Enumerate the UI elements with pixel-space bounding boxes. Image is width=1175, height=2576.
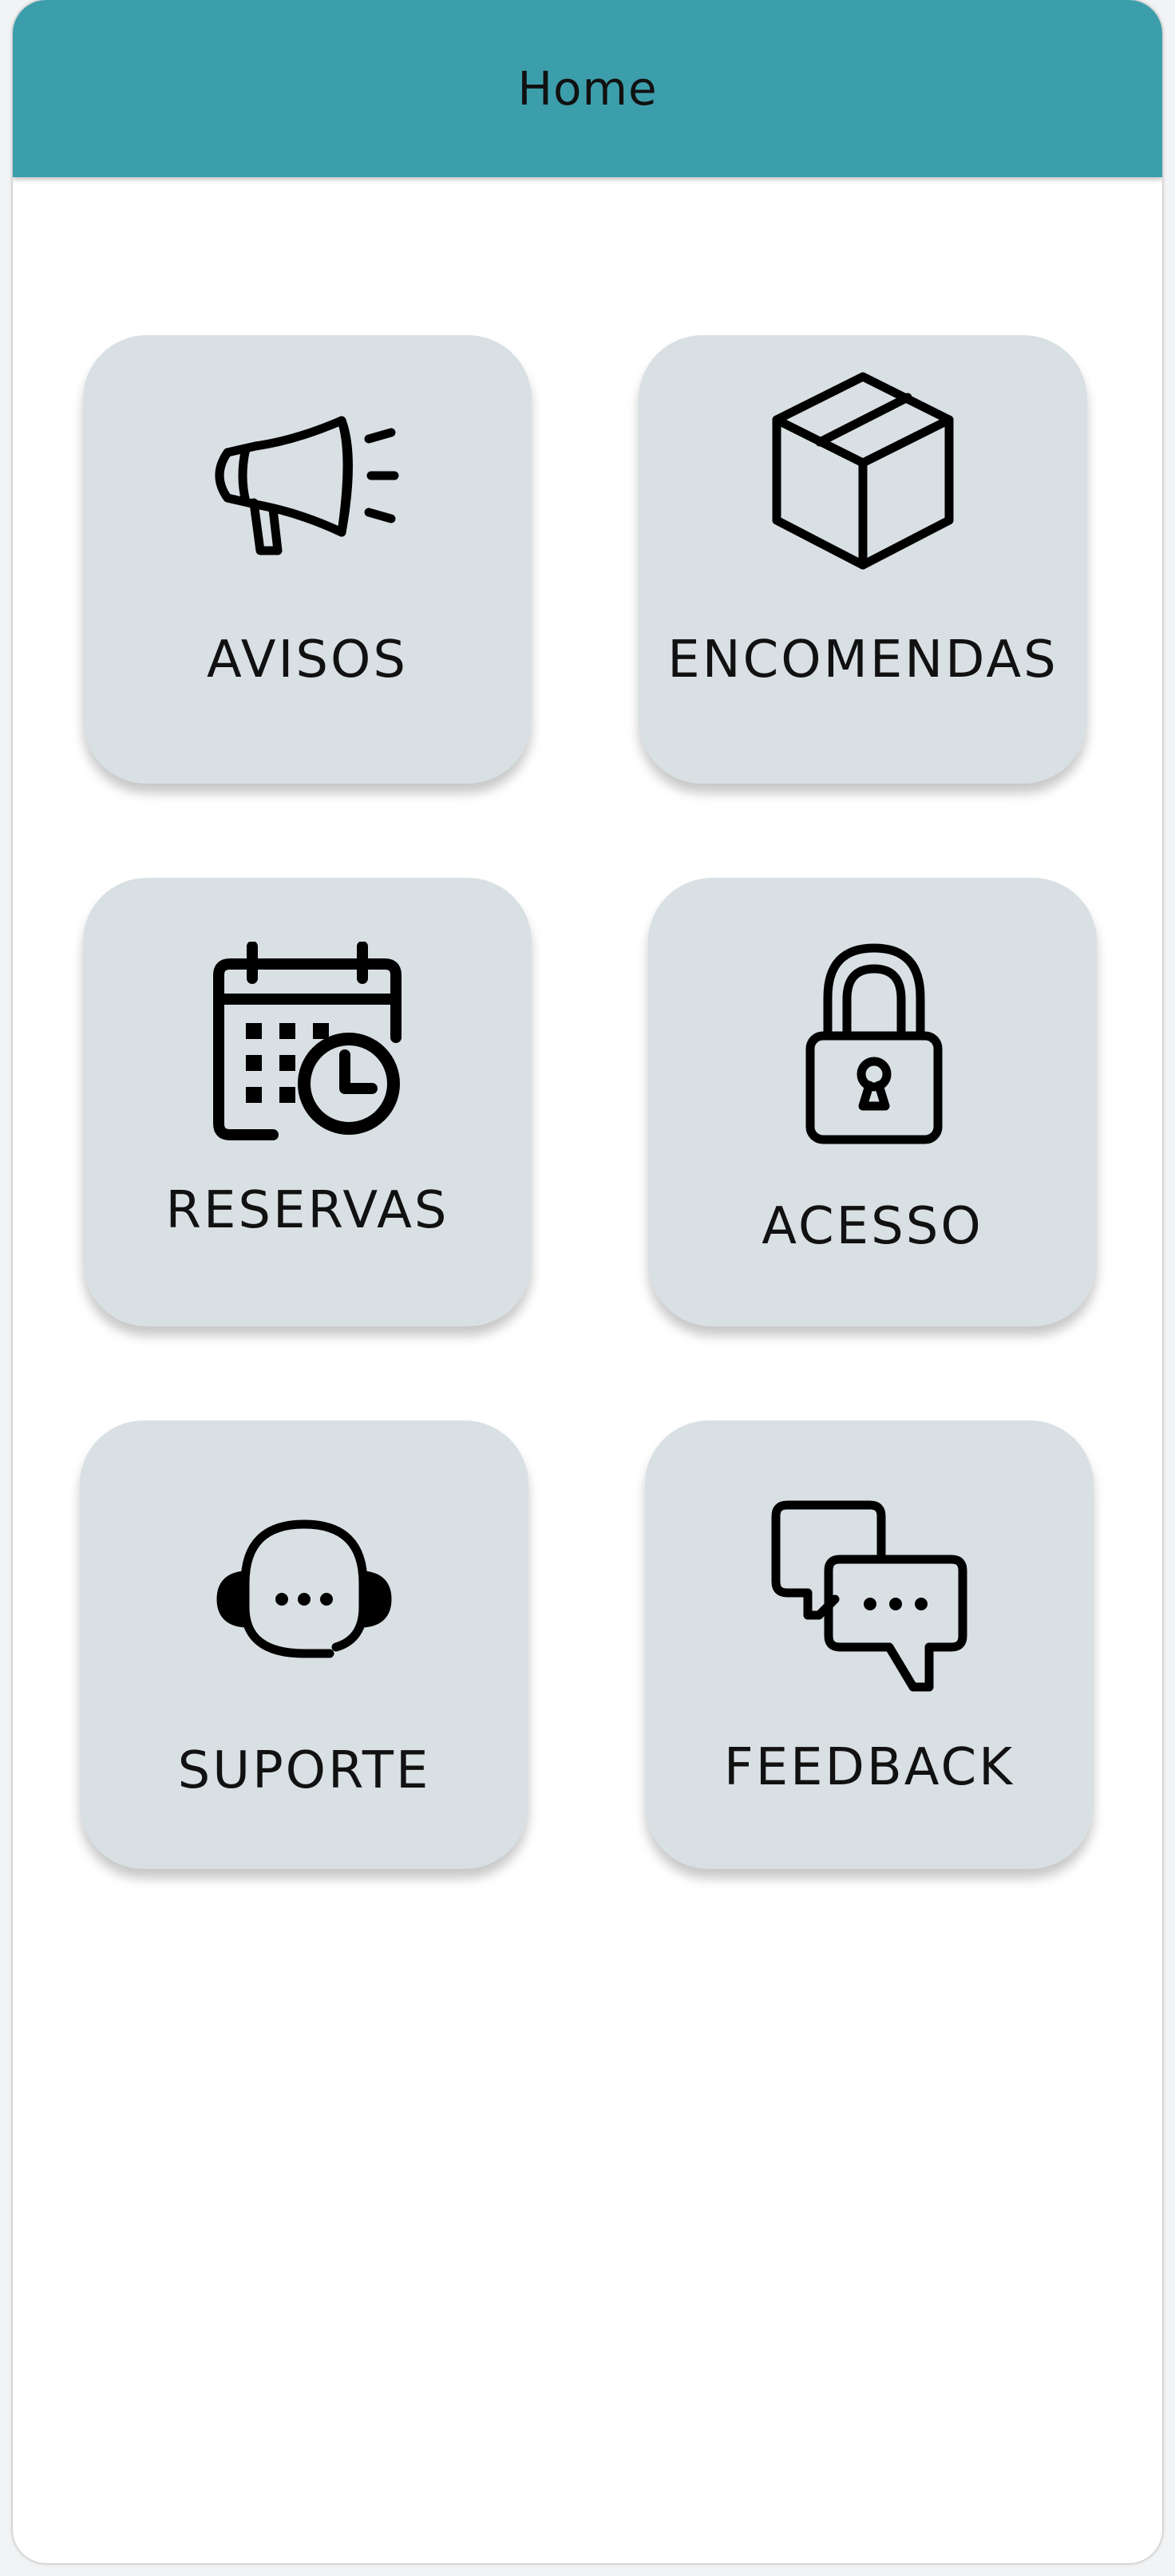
package-box-icon xyxy=(767,370,959,570)
tile-encomendas[interactable]: ENCOMENDAS xyxy=(639,335,1087,784)
tile-label-reservas: RESERVAS xyxy=(165,1181,449,1240)
tile-label-acesso: ACESSO xyxy=(762,1197,983,1256)
tile-reservas[interactable]: RESERVAS xyxy=(83,878,532,1326)
calendar-clock-icon xyxy=(208,942,407,1141)
tile-label-feedback: FEEDBACK xyxy=(723,1738,1015,1797)
tile-label-avisos: AVISOS xyxy=(207,630,408,689)
tile-suporte[interactable]: SUPORTE xyxy=(80,1420,528,1869)
chat-bubbles-icon xyxy=(769,1499,969,1698)
tile-label-encomendas: ENCOMENDAS xyxy=(667,630,1058,689)
tile-label-suporte: SUPORTE xyxy=(177,1741,431,1800)
megaphone-icon xyxy=(208,409,407,568)
tile-feedback[interactable]: FEEDBACK xyxy=(645,1420,1094,1869)
app-frame: Home AVISOS ENCOMENDAS RESERVAS ACESSO S… xyxy=(13,0,1162,2563)
tile-acesso[interactable]: ACESSO xyxy=(648,878,1097,1326)
tile-avisos[interactable]: AVISOS xyxy=(83,335,532,784)
page-title: Home xyxy=(517,61,658,116)
headset-support-icon xyxy=(216,1519,392,1671)
unlocked-padlock-icon xyxy=(801,942,944,1149)
app-header: Home xyxy=(13,0,1162,177)
